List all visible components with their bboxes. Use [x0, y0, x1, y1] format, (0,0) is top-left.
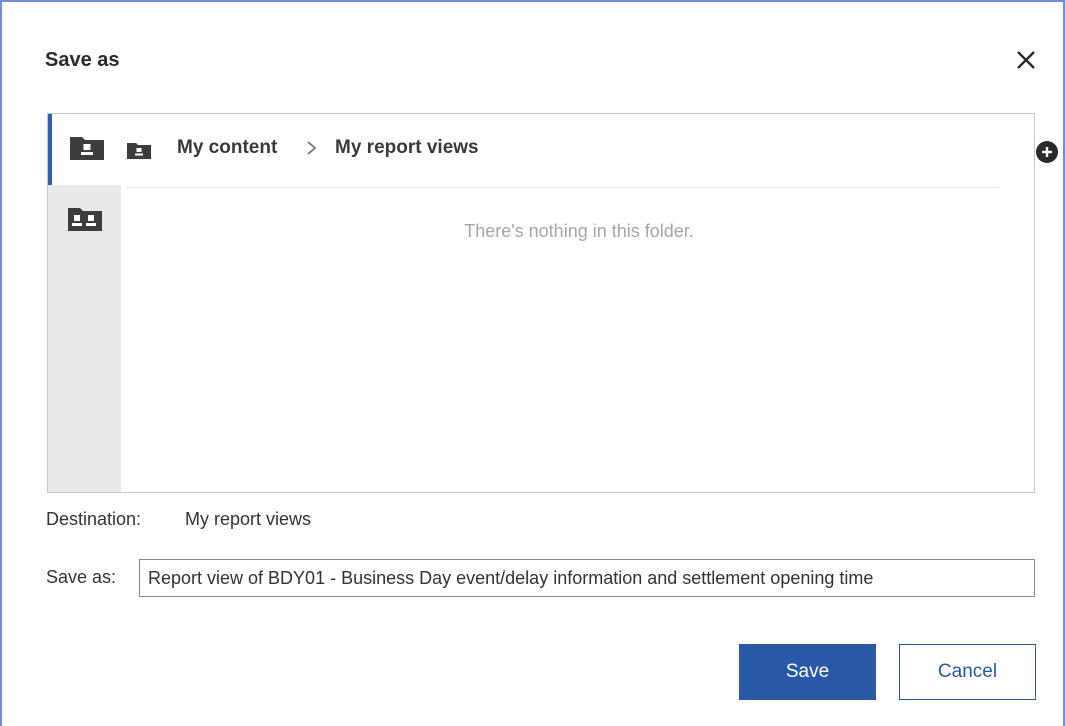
- chevron-right-icon: [305, 138, 319, 164]
- save-as-input[interactable]: [139, 559, 1035, 597]
- breadcrumb-item-my-content[interactable]: My content: [177, 137, 277, 159]
- destination-value: My report views: [185, 509, 312, 529]
- rail-item-team-content[interactable]: [48, 185, 121, 256]
- my-content-folder-icon: [126, 140, 152, 165]
- close-icon[interactable]: [1012, 46, 1040, 74]
- dialog-title: Save as: [45, 49, 120, 71]
- team-content-folder-icon: [67, 204, 103, 237]
- folder-browser: My content My report views There's nothi…: [47, 113, 1058, 493]
- save-as-label: Save as:: [46, 567, 117, 587]
- save-button[interactable]: Save: [739, 644, 876, 700]
- breadcrumb-item-my-report-views[interactable]: My report views: [335, 137, 479, 159]
- empty-folder-message: There's nothing in this folder.: [464, 221, 694, 241]
- breadcrumb: My content My report views: [121, 114, 1058, 185]
- divider: [126, 187, 999, 188]
- my-content-folder-icon: [69, 133, 105, 166]
- add-circle-icon[interactable]: [1036, 141, 1058, 163]
- cancel-button[interactable]: Cancel: [899, 644, 1036, 700]
- destination-label: Destination:: [46, 509, 142, 529]
- rail-item-my-content[interactable]: [48, 114, 121, 185]
- save-as-dialog: Save as My content My report views There…: [0, 0, 1065, 726]
- content-rail: [48, 114, 121, 492]
